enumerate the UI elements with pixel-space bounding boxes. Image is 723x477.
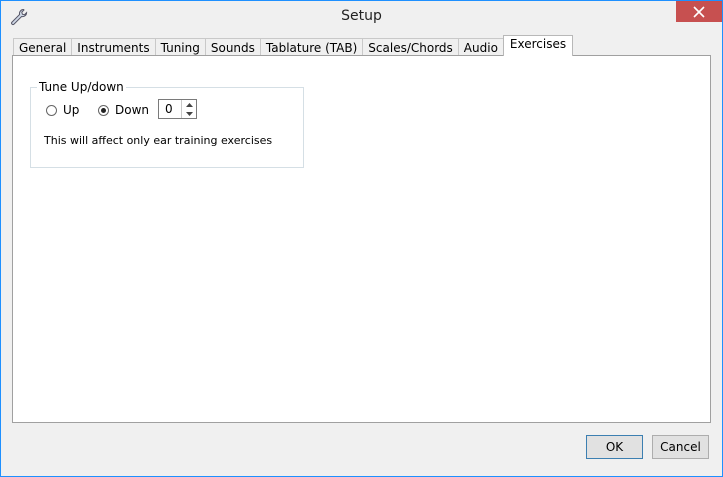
tab-strip: General Instruments Tuning Sounds Tablat… [13,35,574,56]
title-bar: Setup [1,1,722,32]
tab-tablature[interactable]: Tablature (TAB) [259,38,364,56]
radio-up-label: Up [63,103,80,117]
tab-panel-exercises: Tune Up/down Up Down 0 This will affect … [12,55,711,423]
radio-down[interactable]: Down [98,103,149,117]
stepper-down-button[interactable] [182,109,196,118]
stepper-arrows [181,100,196,118]
tab-scales-chords[interactable]: Scales/Chords [362,38,459,56]
tune-value[interactable]: 0 [165,102,173,116]
radio-down-label: Down [115,103,150,117]
tab-exercises[interactable]: Exercises [502,35,574,56]
tune-value-stepper[interactable]: 0 [158,99,197,119]
ok-button[interactable]: OK [586,435,643,459]
close-button[interactable] [676,1,722,22]
window-title: Setup [341,8,382,24]
radio-down-circle[interactable] [98,104,109,116]
stepper-up-button[interactable] [182,100,196,109]
tune-note: This will affect only ear training exerc… [44,134,273,147]
setup-window: Setup General Instruments Tuning Sounds … [0,0,723,477]
cancel-button[interactable]: Cancel [652,435,709,459]
tune-group-title: Tune Up/down [37,80,126,94]
tab-instruments[interactable]: Instruments [71,38,156,56]
tune-group: Tune Up/down Up Down 0 This will affect … [30,80,304,168]
chevron-up-icon [185,102,193,107]
chevron-down-icon [185,111,193,116]
tab-sounds[interactable]: Sounds [204,38,261,56]
tab-general[interactable]: General [13,38,73,56]
radio-up[interactable]: Up [46,103,79,117]
tab-audio[interactable]: Audio [457,38,504,56]
close-icon [693,5,705,18]
radio-up-circle[interactable] [46,104,57,116]
tab-tuning[interactable]: Tuning [154,38,206,56]
